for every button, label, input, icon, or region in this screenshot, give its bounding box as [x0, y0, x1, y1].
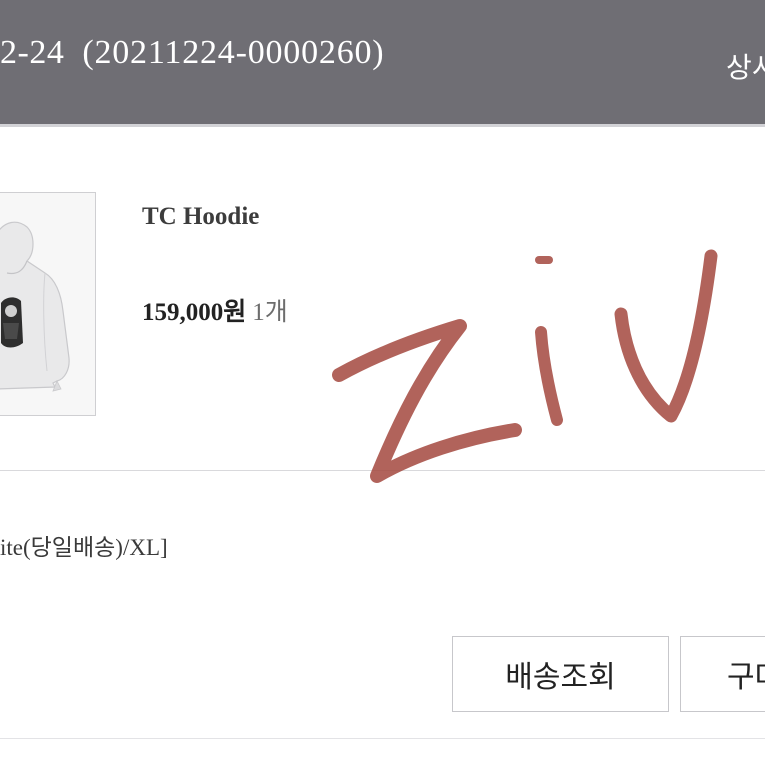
track-delivery-button[interactable]: 배송조회	[452, 636, 669, 712]
order-number: (20211224-0000260)	[82, 34, 385, 71]
order-header: 2-24 (20211224-0000260) 상시	[0, 0, 765, 127]
order-date: 2-24	[0, 34, 65, 71]
product-option: ite(당일배송)/XL]	[0, 535, 168, 560]
purchase-confirm-button[interactable]: 구마	[680, 636, 765, 712]
price-row: 159,000원 1개	[142, 292, 288, 328]
bottom-divider	[0, 738, 765, 739]
hoodie-photo-icon	[0, 193, 95, 415]
handwritten-signature-icon	[332, 249, 718, 483]
order-date-number: 2-24 (20211224-0000260)	[0, 34, 384, 72]
product-quantity: 1개	[252, 299, 288, 326]
product-name[interactable]: TC Hoodie	[142, 203, 259, 231]
product-price: 159,000원	[142, 299, 247, 326]
product-thumbnail[interactable]	[0, 192, 96, 416]
order-detail-link[interactable]: 상시	[726, 46, 765, 86]
